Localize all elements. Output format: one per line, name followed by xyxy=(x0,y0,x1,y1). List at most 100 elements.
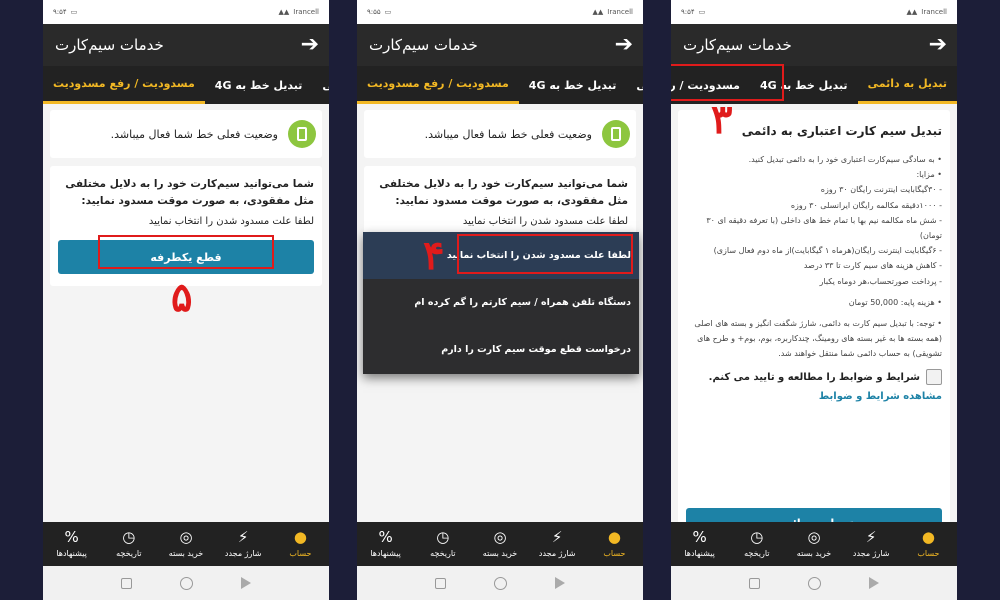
home-icon[interactable] xyxy=(494,576,507,590)
nav-label: تاریخچه xyxy=(116,549,142,558)
tab-4g[interactable]: تبدیل خط به 4G xyxy=(205,66,313,104)
system-nav-bar xyxy=(671,566,957,600)
arrow-right-icon[interactable]: ➔ xyxy=(301,34,319,56)
tab-permanent[interactable]: تبدیل به دائمی xyxy=(857,66,957,104)
reason-option-lost[interactable]: دستگاه تلفن همراه / سیم کارتم را گم کرده… xyxy=(363,279,639,326)
nav-label: تاریخچه xyxy=(744,549,770,558)
block-reason-hint: لطفا علت مسدود شدن را انتخاب نمایید xyxy=(148,215,314,227)
nav-offers[interactable]: % پیشنهادها xyxy=(671,522,728,566)
volte-icon: ▭ xyxy=(70,8,78,16)
nav-recharge[interactable]: ⚡ شارژ مجدد xyxy=(843,522,900,566)
status-time: ۹:۵۴ xyxy=(53,8,67,16)
benefit-item: - ۶گیگابایت اینترنت رایگان(هرماه ۱ گیگاب… xyxy=(713,246,942,256)
clock-icon: ◷ xyxy=(750,528,764,546)
signal-icon: ▲▲ xyxy=(278,8,290,16)
tab-block[interactable]: مسدودیت / رفع مسدودیت xyxy=(43,66,205,104)
nav-packages[interactable]: ◎ خرید بسته xyxy=(471,522,528,566)
block-description: شما می‌توانید سیم‌کارت خود را به دلایل م… xyxy=(379,178,628,207)
nav-label: شارژ مجدد xyxy=(224,549,262,558)
app-bar: خدمات سیم‌کارت ➔ xyxy=(357,24,643,66)
line-status-card: وضعیت فعلی خط شما فعال میباشد. xyxy=(50,110,322,158)
bottom-nav: ● حساب ⚡ شارژ مجدد ◎ خرید بسته ◷ تاریخچه % پی… xyxy=(43,522,329,566)
status-bar: ۹:۵۵ ▭ ▲▲ Irancell xyxy=(357,0,643,24)
nav-account[interactable]: ● حساب xyxy=(586,522,643,566)
nav-label: حساب xyxy=(289,549,312,558)
nav-label: شارژ مجدد xyxy=(538,549,576,558)
system-nav-bar xyxy=(43,566,329,600)
carrier-label: Irancell xyxy=(921,8,947,16)
nav-offers[interactable]: % پیشنهادها xyxy=(357,522,414,566)
sim-status-icon xyxy=(288,120,316,148)
app-bar: خدمات سیم‌کارت ➔ xyxy=(43,24,329,66)
nav-label: شارژ مجدد xyxy=(852,549,890,558)
nav-account[interactable]: ● حساب xyxy=(272,522,329,566)
nav-label: تاریخچه xyxy=(430,549,456,558)
line-status-card: وضعیت فعلی خط شما فعال میباشد. xyxy=(364,110,636,158)
bolt-icon: ⚡ xyxy=(551,528,563,546)
nav-label: خرید بسته xyxy=(796,549,832,558)
recents-icon[interactable] xyxy=(435,577,446,589)
system-nav-bar xyxy=(357,566,643,600)
highlight-box-option xyxy=(457,234,633,274)
step-number-4: ۴ xyxy=(423,232,445,279)
terms-checkbox[interactable] xyxy=(926,369,942,386)
recents-icon[interactable] xyxy=(121,577,132,589)
base-fee: • هزینه پایه: 50,000 تومان xyxy=(848,297,942,307)
phone-screen-permanent: ۹:۵۴ ▭ ▲▲ Irancell خدمات سیم‌کارت ➔ مسدودی… xyxy=(671,0,957,600)
nav-recharge[interactable]: ⚡ شارژ مجدد xyxy=(215,522,272,566)
volte-icon: ▭ xyxy=(698,8,706,16)
nav-account[interactable]: ● حساب xyxy=(900,522,957,566)
benefits-label: • مزایا: xyxy=(916,170,942,180)
arrow-right-icon[interactable]: ➔ xyxy=(615,34,633,56)
tab-4g[interactable]: تبدیل خط به 4G xyxy=(519,66,627,104)
volte-icon: ▭ xyxy=(384,8,392,16)
tab-permanent[interactable]: تبدیل به دائمی xyxy=(626,66,643,104)
nav-recharge[interactable]: ⚡ شارژ مجدد xyxy=(529,522,586,566)
nav-history[interactable]: ◷ تاریخچه xyxy=(728,522,785,566)
arrow-right-icon[interactable]: ➔ xyxy=(929,34,947,56)
benefit-item: - کاهش هزینه های سیم کارت تا ۳۳ درصد xyxy=(803,261,942,271)
phone-screen-block: ۹:۵۴ ▭ ▲▲ Irancell خدمات سیم‌کارت ➔ مسدودی… xyxy=(43,0,329,600)
benefit-item: - شش ماه مکالمه نیم بها با تمام خط های د… xyxy=(706,215,942,240)
page-title: خدمات سیم‌کارت xyxy=(55,36,164,54)
line-status-text: وضعیت فعلی خط شما فعال میباشد. xyxy=(424,127,592,141)
nav-packages[interactable]: ◎ خرید بسته xyxy=(157,522,214,566)
terms-link[interactable]: مشاهده شرایط و ضوابط xyxy=(686,391,942,402)
user-icon: ● xyxy=(607,528,621,546)
nav-packages[interactable]: ◎ خرید بسته xyxy=(785,522,842,566)
nav-label: خرید بسته xyxy=(482,549,518,558)
line-status-text: وضعیت فعلی خط شما فعال میباشد. xyxy=(110,127,278,141)
phone-screen-dropdown: ۹:۵۵ ▭ ▲▲ Irancell خدمات سیم‌کارت ➔ مسدودی… xyxy=(357,0,643,600)
bolt-icon: ⚡ xyxy=(865,528,877,546)
carrier-label: Irancell xyxy=(607,8,633,16)
percent-icon: % xyxy=(692,528,707,546)
nav-offers[interactable]: % پیشنهادها xyxy=(43,522,100,566)
status-bar: ۹:۵۴ ▭ ▲▲ Irancell xyxy=(671,0,957,24)
block-description: شما می‌توانید سیم‌کارت خود را به دلایل م… xyxy=(65,178,314,207)
back-icon[interactable] xyxy=(869,577,879,589)
benefit-item: - پرداخت صورتحساب،هر دوماه یکبار xyxy=(819,276,942,286)
tab-block[interactable]: مسدودیت / رفع مسدودیت xyxy=(357,66,519,104)
nav-history[interactable]: ◷ تاریخچه xyxy=(414,522,471,566)
recents-icon[interactable] xyxy=(749,577,760,589)
home-icon[interactable] xyxy=(180,576,193,590)
benefit-item: - ۱۰۰۰دقیقه مکالمه رایگان ایرانسلی ۳۰ رو… xyxy=(790,200,942,210)
status-bar: ۹:۵۴ ▭ ▲▲ Irancell xyxy=(43,0,329,24)
back-icon[interactable] xyxy=(241,577,251,589)
globe-icon: ◎ xyxy=(493,528,507,546)
tab-bar: مسدودیت / رفع مسدودیت تبدیل خط به 4G تبد… xyxy=(357,66,643,104)
clock-icon: ◷ xyxy=(122,528,136,546)
percent-icon: % xyxy=(378,528,393,546)
page-title: خدمات سیم‌کارت xyxy=(683,36,792,54)
reason-option-temporary[interactable]: درخواست قطع موقت سیم کارت را دارم xyxy=(363,326,639,373)
terms-label: شرایط و ضوابط را مطالعه و تایید می کنم. xyxy=(708,371,920,383)
tab-permanent[interactable]: تبدیل به دائمی xyxy=(312,66,329,104)
back-icon[interactable] xyxy=(555,577,565,589)
user-icon: ● xyxy=(921,528,935,546)
globe-icon: ◎ xyxy=(807,528,821,546)
clock-icon: ◷ xyxy=(436,528,450,546)
home-icon[interactable] xyxy=(808,576,821,590)
nav-history[interactable]: ◷ تاریخچه xyxy=(100,522,157,566)
conversion-body: • به سادگی سیم‌کارت اعتباری خود را به دا… xyxy=(686,152,942,361)
status-time: ۹:۵۵ xyxy=(367,8,381,16)
